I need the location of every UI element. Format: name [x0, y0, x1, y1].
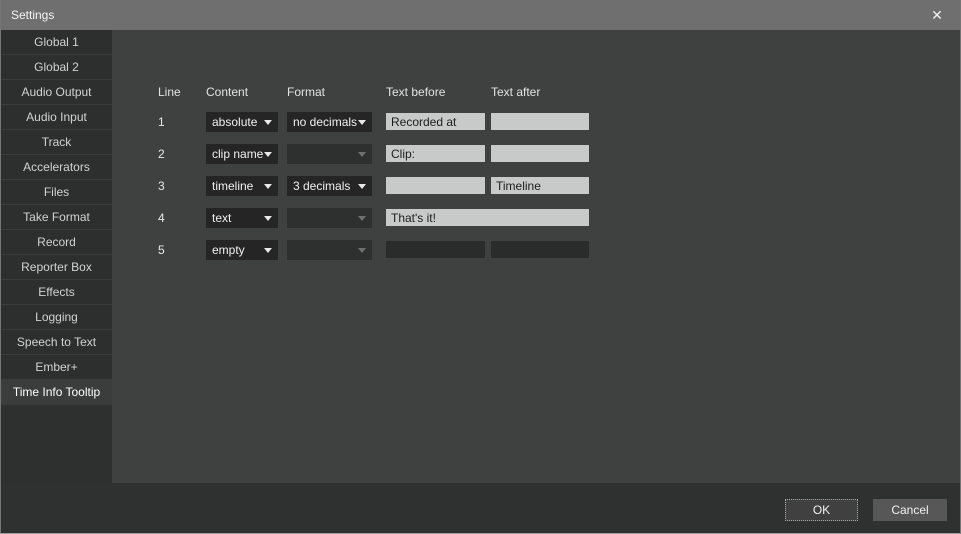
sidebar-item-label: Reporter Box: [21, 260, 92, 274]
sidebar-item-label: Effects: [38, 285, 74, 299]
format-dropdown-value: 3 decimals: [293, 179, 350, 193]
sidebar-item-effects[interactable]: Effects: [1, 280, 112, 305]
chevron-down-icon: [358, 248, 366, 253]
table-row: 2 clip name: [1, 144, 961, 165]
text-before-input: [386, 241, 485, 258]
content-dropdown[interactable]: empty: [206, 240, 278, 260]
format-dropdown: [287, 144, 372, 164]
chevron-down-icon: [264, 152, 272, 157]
dialog-title: Settings: [11, 8, 54, 22]
line-number: 5: [158, 240, 184, 260]
format-dropdown: [287, 208, 372, 228]
chevron-down-icon: [264, 248, 272, 253]
format-dropdown-value: no decimals: [293, 115, 357, 129]
sidebar-item-label: Speech to Text: [17, 335, 96, 349]
text-before-input[interactable]: [386, 177, 485, 194]
sidebar-item-global-2[interactable]: Global 2: [1, 55, 112, 80]
settings-dialog: Settings ✕ Global 1Global 2Audio OutputA…: [0, 0, 961, 534]
content-dropdown[interactable]: timeline: [206, 176, 278, 196]
content-dropdown-value: text: [212, 211, 231, 225]
close-icon[interactable]: ✕: [924, 0, 950, 30]
table-row: 4 text: [1, 208, 961, 229]
line-number: 4: [158, 208, 184, 228]
sidebar-item-logging[interactable]: Logging: [1, 305, 112, 330]
chevron-down-icon: [264, 120, 272, 125]
ok-button[interactable]: OK: [785, 499, 858, 521]
chevron-down-icon: [358, 152, 366, 157]
chevron-down-icon: [358, 184, 366, 189]
table-row: 3 timeline 3 decimals: [1, 176, 961, 197]
line-number: 1: [158, 112, 184, 132]
column-header-text-before: Text before: [386, 85, 445, 100]
cancel-button[interactable]: Cancel: [873, 499, 947, 521]
sidebar-item-ember-[interactable]: Ember+: [1, 355, 112, 380]
column-header-text-after: Text after: [491, 85, 540, 100]
chevron-down-icon: [358, 120, 366, 125]
footer-bar: OK Cancel: [1, 483, 960, 534]
sidebar-item-audio-output[interactable]: Audio Output: [1, 80, 112, 105]
column-header-line: Line: [158, 85, 181, 100]
format-dropdown[interactable]: no decimals: [287, 112, 372, 132]
sidebar-item-label: Audio Output: [21, 85, 91, 99]
chevron-down-icon: [264, 184, 272, 189]
sidebar-item-label: Logging: [35, 310, 78, 324]
sidebar-item-label: Ember+: [35, 360, 77, 374]
line-number: 2: [158, 144, 184, 164]
content-dropdown-value: clip name: [212, 147, 263, 161]
sidebar-item-time-info-tooltip[interactable]: Time Info Tooltip: [1, 380, 112, 405]
text-after-input[interactable]: [491, 113, 589, 130]
chevron-down-icon: [358, 216, 366, 221]
format-dropdown[interactable]: 3 decimals: [287, 176, 372, 196]
chevron-down-icon: [264, 216, 272, 221]
title-bar: Settings ✕: [1, 0, 960, 30]
column-header-content: Content: [206, 85, 248, 100]
sidebar-item-label: Global 1: [34, 35, 79, 49]
content-dropdown[interactable]: clip name: [206, 144, 278, 164]
text-after-input[interactable]: [491, 145, 589, 162]
table-row: 5 empty: [1, 240, 961, 261]
sidebar-item-global-1[interactable]: Global 1: [1, 30, 112, 55]
content-dropdown-value: timeline: [212, 179, 253, 193]
sidebar-item-label: Time Info Tooltip: [13, 385, 100, 399]
sidebar-item-label: Global 2: [34, 60, 79, 74]
text-before-input[interactable]: [386, 145, 485, 162]
text-after-input: [491, 241, 589, 258]
content-dropdown[interactable]: absolute: [206, 112, 278, 132]
content-dropdown[interactable]: text: [206, 208, 278, 228]
text-before-input[interactable]: [386, 113, 485, 130]
line-number: 3: [158, 176, 184, 196]
text-after-input[interactable]: [491, 177, 589, 194]
content-dropdown-value: empty: [212, 243, 245, 257]
content-dropdown-value: absolute: [212, 115, 257, 129]
table-row: 1 absolute no decimals: [1, 112, 961, 133]
text-combined-input[interactable]: [386, 209, 589, 226]
column-header-format: Format: [287, 85, 325, 100]
format-dropdown: [287, 240, 372, 260]
sidebar-item-speech-to-text[interactable]: Speech to Text: [1, 330, 112, 355]
